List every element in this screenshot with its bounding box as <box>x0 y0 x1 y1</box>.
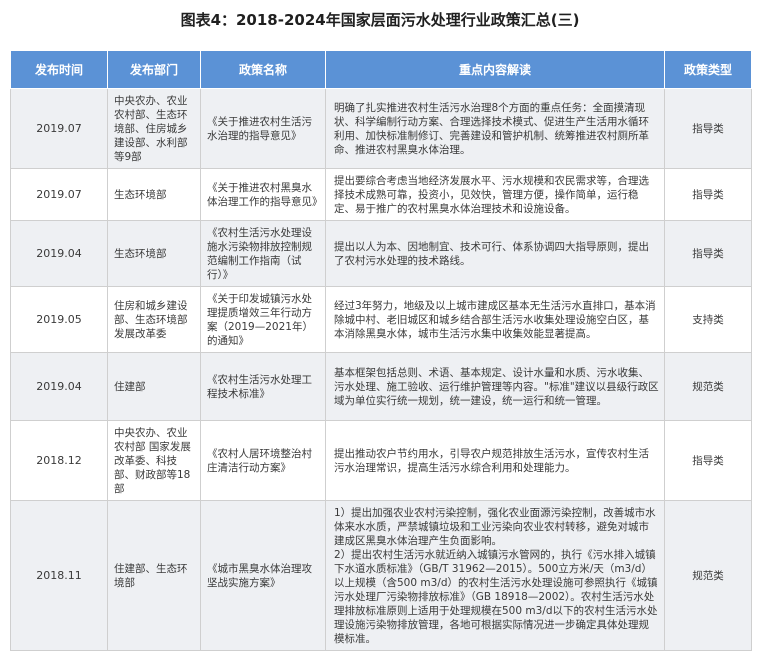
cell-dept: 中央农办、农业农村部 国家发展改革委、科技部、财政部等18部 <box>107 420 201 501</box>
content-paragraph: 2）提出农村生活污水就近纳入城镇污水管网的，执行《污水排入城镇下水道水质标准》（… <box>334 548 658 645</box>
cell-time: 2019.07 <box>10 88 108 169</box>
header-time: 发布时间 <box>10 50 108 89</box>
cell-content: 1）提出加强农业农村污染控制，强化农业面源污染控制，改善城市水体来水水质，严禁城… <box>325 500 665 651</box>
cell-policy: 《城市黑臭水体治理攻坚战实施方案》 <box>200 500 326 651</box>
cell-time: 2019.04 <box>10 352 108 421</box>
cell-content: 提出推动农户节约用水，引导农户规范排放生活污水，宣传农村生活污水治理常识，提高生… <box>325 420 665 501</box>
cell-dept: 中央农办、农业农村部、生态环境部、住房城乡建设部、水利部等9部 <box>107 88 201 169</box>
table-row: 2019.04 住建部 《农村生活污水处理工程技术标准》 基本框架包括总则、术语… <box>10 352 752 421</box>
cell-content: 提出要综合考虑当地经济发展水平、污水规模和农民需求等，合理选择技术成熟可靠，投资… <box>325 168 665 221</box>
table-row: 2018.12 中央农办、农业农村部 国家发展改革委、科技部、财政部等18部 《… <box>10 420 752 501</box>
table-row: 2019.07 中央农办、农业农村部、生态环境部、住房城乡建设部、水利部等9部 … <box>10 88 752 169</box>
cell-content: 基本框架包括总则、术语、基本规定、设计水量和水质、污水收集、污水处理、施工验收、… <box>325 352 665 421</box>
cell-time: 2018.11 <box>10 500 108 651</box>
header-type: 政策类型 <box>664 50 752 89</box>
cell-policy: 《农村生活污水处理工程技术标准》 <box>200 352 326 421</box>
cell-dept: 住建部、生态环境部 <box>107 500 201 651</box>
table-row: 2019.04 生态环境部 《农村生活污水处理设施水污染物排放控制规范编制工作指… <box>10 220 752 287</box>
cell-type: 支持类 <box>664 286 752 353</box>
cell-type: 指导类 <box>664 168 752 221</box>
cell-policy: 《关于推进农村黑臭水体治理工作的指导意见》 <box>200 168 326 221</box>
cell-type: 指导类 <box>664 420 752 501</box>
cell-policy: 《农村人居环境整治村庄清洁行动方案》 <box>200 420 326 501</box>
table-row: 2019.05 住房和城乡建设部、生态环境部 发展改革委 《关于印发城镇污水处理… <box>10 286 752 353</box>
cell-dept: 住建部 <box>107 352 201 421</box>
cell-dept: 生态环境部 <box>107 168 201 221</box>
table-row: 2018.11 住建部、生态环境部 《城市黑臭水体治理攻坚战实施方案》 1）提出… <box>10 500 752 651</box>
table-header-row: 发布时间 发布部门 政策名称 重点内容解读 政策类型 <box>10 50 752 89</box>
header-dept: 发布部门 <box>107 50 201 89</box>
cell-type: 规范类 <box>664 352 752 421</box>
header-policy: 政策名称 <box>200 50 326 89</box>
cell-type: 指导类 <box>664 220 752 287</box>
header-content: 重点内容解读 <box>325 50 665 89</box>
cell-policy: 《农村生活污水处理设施水污染物排放控制规范编制工作指南（试行）》 <box>200 220 326 287</box>
cell-policy: 《关于推进农村生活污水治理的指导意见》 <box>200 88 326 169</box>
cell-time: 2019.05 <box>10 286 108 353</box>
cell-time: 2019.04 <box>10 220 108 287</box>
cell-dept: 住房和城乡建设部、生态环境部 发展改革委 <box>107 286 201 353</box>
cell-content: 提出以人为本、因地制宜、技术可行、体系协调四大指导原则，提出了农村污水处理的技术… <box>325 220 665 287</box>
page-title: 图表4：2018-2024年国家层面污水处理行业政策汇总(三) <box>180 11 580 29</box>
policy-table-container: 发布时间 发布部门 政策名称 重点内容解读 政策类型 2019.07 中央农办、… <box>10 50 752 651</box>
table-row: 2019.07 生态环境部 《关于推进农村黑臭水体治理工作的指导意见》 提出要综… <box>10 168 752 221</box>
cell-time: 2018.12 <box>10 420 108 501</box>
cell-type: 指导类 <box>664 88 752 169</box>
cell-policy: 《关于印发城镇污水处理提质增效三年行动方案（2019—2021年）的通知》 <box>200 286 326 353</box>
cell-dept: 生态环境部 <box>107 220 201 287</box>
cell-content: 明确了扎实推进农村生活污水治理8个方面的重点任务：全面摸清现状、科学编制行动方案… <box>325 88 665 169</box>
cell-time: 2019.07 <box>10 168 108 221</box>
content-paragraph: 1）提出加强农业农村污染控制，强化农业面源污染控制，改善城市水体来水水质，严禁城… <box>334 506 656 547</box>
cell-content: 经过3年努力，地级及以上城市建成区基本无生活污水直排口，基本消除城中村、老旧城区… <box>325 286 665 353</box>
cell-type: 规范类 <box>664 500 752 651</box>
policy-table: 发布时间 发布部门 政策名称 重点内容解读 政策类型 2019.07 中央农办、… <box>10 50 752 651</box>
